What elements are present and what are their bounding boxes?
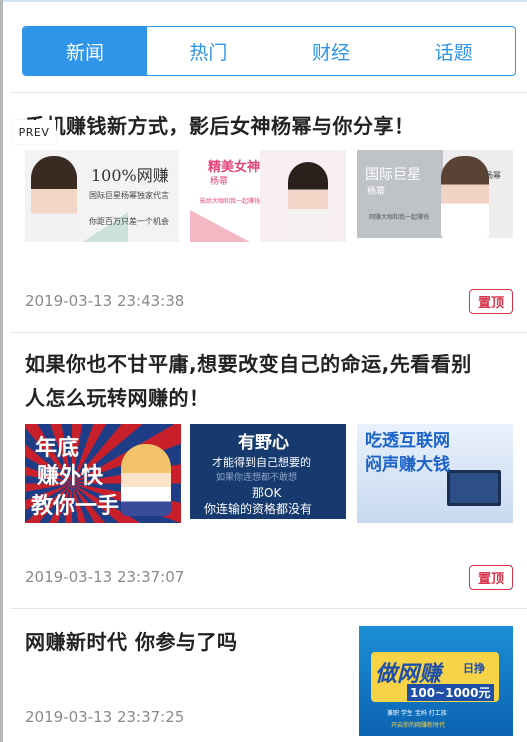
thumb-text: 如果你连想都不敢想 — [216, 473, 298, 483]
thumb-text: 精美女神 — [208, 160, 261, 175]
person-photo — [441, 156, 489, 238]
thumb-text: 杨幂 — [367, 187, 386, 197]
thumb-text: 吃透互联网 — [365, 431, 450, 451]
thumb-text: 兼职 学生 宝妈 打工族 — [387, 710, 447, 717]
article-thumbnail[interactable]: 吃透互联网 闷声赚大钱 — [357, 424, 513, 523]
person-photo — [31, 156, 77, 238]
thumb-text: 有野心 — [238, 433, 289, 453]
article-date: 2019-03-13 23:43:38 — [25, 292, 185, 310]
thumb-text: 日挣 — [463, 662, 485, 675]
article-date: 2019-03-13 23:37:07 — [25, 568, 185, 586]
decorative-shape — [190, 210, 250, 242]
article-thumbnail[interactable]: 年底 赚外快 教你一手 — [25, 424, 181, 523]
monitor-graphic — [447, 470, 501, 506]
tab-news[interactable]: 新闻 — [23, 27, 147, 75]
article-thumbnail[interactable]: 100%网赚 国际巨星杨幂独家代言 你距百万只差一个机会 — [25, 150, 179, 242]
top-edge — [0, 0, 527, 2]
divider — [10, 332, 527, 333]
thumb-text: 杨幂 — [210, 177, 229, 187]
divider — [10, 92, 527, 93]
pinned-badge: 置顶 — [469, 289, 513, 314]
tab-topics[interactable]: 话题 — [392, 27, 515, 75]
article-title-line[interactable]: 如果你也不甘平庸,想要改变自己的命运,先看看别 — [25, 346, 472, 382]
thumb-text: 100%网赚 — [91, 166, 169, 185]
thumb-text: 你距百万只差一个机会 — [89, 217, 169, 226]
article-title-line[interactable]: 人怎么玩转网赚的！ — [25, 380, 210, 416]
article-thumbnail[interactable]: 精美女神 杨幂 影后大咖和我一起赚钱 — [190, 150, 346, 242]
thumb-text: 100~1000元 — [407, 684, 494, 701]
thumb-text: 闷声赚大钱 — [365, 455, 450, 475]
article-thumbnail[interactable]: 有野心 才能得到自己想要的 如果你连想都不敢想 那OK 你连输的资格都没有 — [190, 424, 346, 519]
thumb-text: 才能得到自己想要的 — [212, 456, 311, 469]
cartoon-figure — [121, 444, 171, 516]
thumb-text: 杨幂 — [485, 171, 501, 180]
thumb-text: 国际巨星杨幂独家代言 — [89, 191, 169, 200]
article-thumbnail[interactable]: 做网赚 日挣 100~1000元 兼职 学生 宝妈 打工族 开启你的网赚新时代 — [359, 626, 513, 736]
article-title[interactable]: 手机赚钱新方式，影后女神杨幂与你分享！ — [25, 108, 415, 144]
thumb-text: 国际巨星 — [365, 167, 421, 183]
person-photo — [288, 162, 328, 240]
tab-finance[interactable]: 财经 — [270, 27, 393, 75]
article-title[interactable]: 网赚新时代 你参与了吗 — [25, 624, 237, 660]
article-thumbnail[interactable]: 国际巨星 杨幂 杨幂 网赚大咖和我一起赚钱 — [357, 150, 513, 238]
prev-label[interactable]: PREV — [12, 120, 56, 144]
thumb-text: 你连输的资格都没有 — [204, 502, 313, 516]
thumb-text: 网赚大咖和我一起赚钱 — [369, 214, 430, 221]
thumb-text: 教你一手 — [31, 494, 120, 519]
divider — [10, 608, 527, 609]
pinned-badge: 置顶 — [469, 565, 513, 590]
category-tabs: 新闻 热门 财经 话题 — [22, 26, 516, 76]
thumb-text: 开启你的网赚新时代 — [391, 722, 446, 729]
thumb-text: 那OK — [252, 486, 282, 500]
article-date: 2019-03-13 23:37:25 — [25, 708, 185, 726]
thumb-text: 影后大咖和我一起赚钱 — [200, 198, 261, 205]
left-edge — [0, 0, 3, 742]
tab-hot[interactable]: 热门 — [147, 27, 270, 75]
thumb-text: 赚外快 — [37, 464, 104, 489]
